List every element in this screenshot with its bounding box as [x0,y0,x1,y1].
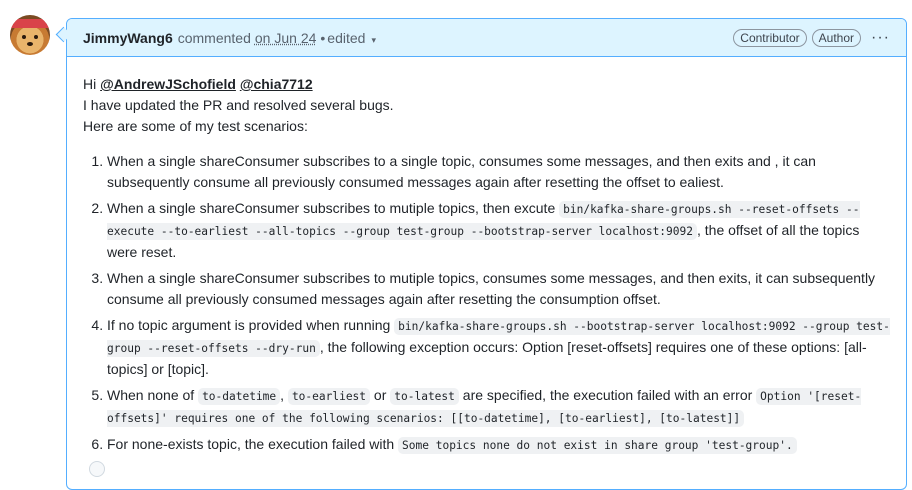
scenario-text: , [280,387,285,403]
scenario-text: are specified, the execution failed with… [462,387,753,403]
avatar-headband [10,19,50,28]
scenario-text: When none of [107,387,195,403]
inline-code: Some topics none do not exist in share g… [398,437,797,454]
mention-chia7712[interactable]: @chia7712 [240,76,313,92]
author-avatar[interactable] [10,15,50,55]
scenario-text: For none-exists topic, the execution fai… [107,436,395,452]
list-item: When a single shareConsumer subscribes t… [107,198,890,263]
scenario-text: If no topic argument is provided when ru… [107,317,391,333]
author-badge: Author [811,28,862,47]
contributor-badge: Contributor [733,28,807,47]
inline-code: to-earliest [287,388,371,405]
scenario-text: When a single shareConsumer subscribes t… [107,200,556,216]
author-link[interactable]: JimmyWang6 [83,30,173,46]
list-item: When none of to-datetime, to-earliest or… [107,385,890,429]
list-item: When a single shareConsumer subscribes t… [107,151,890,193]
scenarios-intro: Here are some of my test scenarios: [83,118,308,134]
scenario-text: When a single shareConsumer subscribes t… [107,153,816,190]
comment-header: JimmyWang6 commented on Jun 24 • edited ▾… [67,19,906,57]
list-item: For none-exists topic, the execution fai… [107,434,890,456]
edited-label: edited [327,29,366,46]
inline-code: to-latest [390,388,459,405]
more-options-icon[interactable]: ··· [871,29,890,47]
comment-date-link[interactable]: on Jun 24 [255,30,317,46]
scenario-list: When a single shareConsumer subscribes t… [83,151,890,456]
inline-code: to-datetime [198,388,281,405]
update-line: I have updated the PR and resolved sever… [83,97,394,113]
scenario-text: When a single shareConsumer subscribes t… [107,270,876,307]
mention-andrewjschofield[interactable]: @AndrewJSchofield [100,76,236,92]
list-item: If no topic argument is provided when ru… [107,315,890,380]
comment-body: Hi @AndrewJSchofield @chia7712 I have up… [67,57,906,456]
chevron-down-icon: ▾ [371,34,376,45]
list-item: When a single shareConsumer subscribes t… [107,268,890,310]
comment-box: JimmyWang6 commented on Jun 24 • edited ▾… [66,18,907,490]
scenario-text: or [373,387,387,403]
greeting-text: Hi [83,76,97,92]
greeting-line: Hi @AndrewJSchofield @chia7712 [83,74,890,95]
avatar-nose [27,42,33,46]
edited-separator: • [320,29,326,46]
edited-dropdown[interactable]: edited ▾ [327,30,376,46]
comment-action: commented [177,29,251,46]
avatar-eye-left [22,35,26,39]
reaction-avatar[interactable] [89,461,105,477]
avatar-eye-right [34,35,38,39]
